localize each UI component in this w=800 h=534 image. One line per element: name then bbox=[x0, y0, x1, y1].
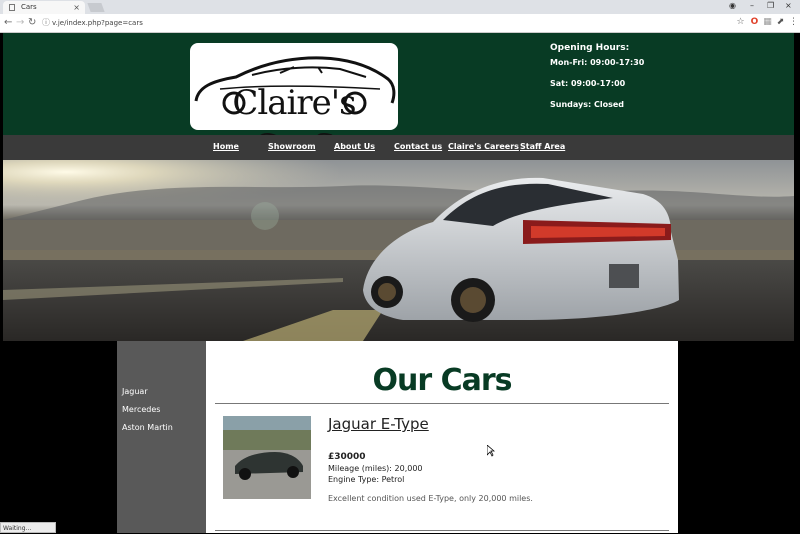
nav-about-us[interactable]: About Us bbox=[334, 142, 375, 151]
address-bar[interactable]: ⓘ v.je/index.php?page=cars bbox=[40, 17, 748, 29]
main-content: Our Cars Jaguar E-Type £30000 Mileage (m… bbox=[206, 341, 678, 533]
hero-banner-image bbox=[3, 160, 794, 341]
car-description: Excellent condition used E-Type, only 20… bbox=[328, 494, 533, 503]
new-tab-button[interactable] bbox=[87, 3, 105, 12]
divider bbox=[215, 403, 669, 404]
main-nav: Home Showroom About Us Contact us Claire… bbox=[3, 135, 794, 160]
car-price: £30000 bbox=[328, 452, 366, 462]
nav-staff-area[interactable]: Staff Area bbox=[520, 142, 565, 151]
minimize-icon[interactable]: – bbox=[750, 0, 754, 12]
car-thumbnail-image[interactable] bbox=[223, 416, 311, 499]
nav-home[interactable]: Home bbox=[213, 142, 239, 151]
page-icon bbox=[9, 4, 15, 11]
opening-hours-saturday: Sat: 09:00-17:00 bbox=[550, 79, 626, 88]
nav-claires-careers[interactable]: Claire's Careers bbox=[448, 142, 519, 151]
opera-icon[interactable]: O bbox=[750, 17, 759, 27]
opening-hours-weekdays: Mon-Fri: 09:00-17:30 bbox=[550, 58, 645, 67]
site-header: Claire's CarS Opening Hours: Mon-Fri: 09… bbox=[3, 33, 794, 167]
cast-icon[interactable]: ⬈ bbox=[776, 17, 785, 27]
tab-title: Cars bbox=[21, 3, 37, 11]
sidebar-item-aston-martin[interactable]: Aston Martin bbox=[122, 423, 173, 432]
browser-tab-strip: Cars × ◉ – ❐ × bbox=[0, 0, 800, 14]
bookmark-star-icon[interactable]: ☆ bbox=[736, 17, 745, 27]
sidebar: Jaguar Mercedes Aston Martin bbox=[117, 341, 206, 533]
extension-icon[interactable]: ▦ bbox=[763, 17, 772, 27]
opening-hours-sunday: Sundays: Closed bbox=[550, 100, 625, 109]
divider bbox=[215, 530, 669, 531]
opening-hours-heading: Opening Hours: bbox=[550, 43, 630, 53]
nav-contact-us[interactable]: Contact us bbox=[394, 142, 442, 151]
car-engine-type: Engine Type: Petrol bbox=[328, 475, 405, 484]
url-text: v.je/index.php?page=cars bbox=[52, 19, 143, 27]
mouse-cursor-icon bbox=[487, 445, 495, 457]
browser-status-bar: Waiting... bbox=[0, 522, 56, 533]
browser-toolbar: ← → ↻ ⓘ v.je/index.php?page=cars ☆ O ▦ ⬈… bbox=[0, 14, 800, 33]
info-icon[interactable]: ⓘ bbox=[42, 17, 50, 29]
site-logo[interactable]: Claire's CarS bbox=[190, 43, 398, 167]
sidebar-item-jaguar[interactable]: Jaguar bbox=[122, 387, 148, 396]
restore-icon[interactable]: ❐ bbox=[767, 0, 774, 12]
menu-icon[interactable]: ⋮ bbox=[789, 17, 798, 27]
close-tab-icon[interactable]: × bbox=[73, 1, 80, 14]
car-name-link[interactable]: Jaguar E-Type bbox=[328, 415, 429, 433]
reload-icon[interactable]: ↻ bbox=[28, 16, 36, 30]
nav-showroom[interactable]: Showroom bbox=[268, 142, 316, 151]
close-window-icon[interactable]: × bbox=[785, 0, 792, 12]
sidebar-item-mercedes[interactable]: Mercedes bbox=[122, 405, 160, 414]
profile-icon[interactable]: ◉ bbox=[729, 0, 736, 12]
forward-icon[interactable]: → bbox=[16, 16, 24, 30]
page-title: Our Cars bbox=[372, 363, 512, 398]
car-mileage: Mileage (miles): 20,000 bbox=[328, 464, 423, 473]
back-icon[interactable]: ← bbox=[4, 16, 12, 30]
browser-tab[interactable]: Cars × bbox=[3, 1, 85, 14]
